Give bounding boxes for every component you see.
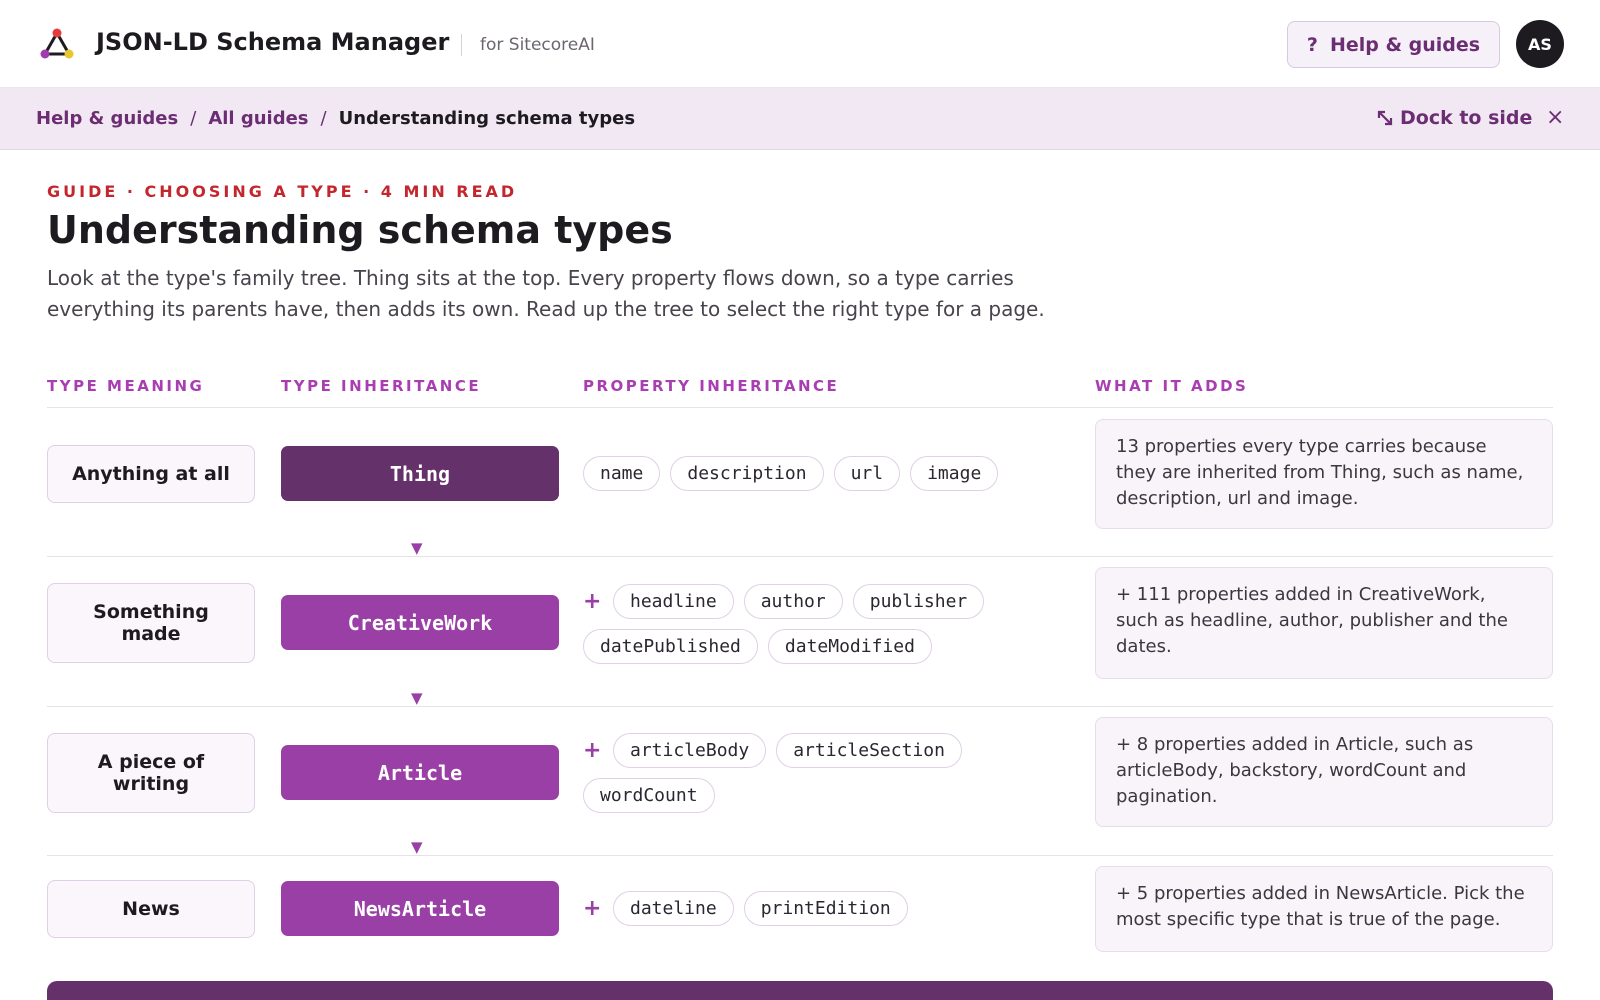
divider [47,855,1553,856]
bottom-callout [47,981,1553,1000]
property-chip: dateModified [767,629,932,664]
property-chip: articleBody [613,733,767,768]
plus-icon: + [583,896,602,921]
property-chip: printEdition [743,891,908,926]
app-title: JSON-LD Schema Manager [96,28,450,56]
column-header-property-inheritance: PROPERTY INHERITANCE [583,377,840,395]
plus-icon: + [583,738,602,763]
property-chips: + headline author publisher datePublishe… [583,584,1003,664]
breadcrumb-all-guides[interactable]: All guides [208,108,308,129]
property-chip: headline [613,584,734,619]
property-chip: url [833,456,901,491]
type-pill-newsarticle[interactable]: NewsArticle [281,881,559,936]
type-meaning: A piece of writing [47,733,255,813]
what-it-adds-note: + 8 properties added in Article, such as… [1095,717,1553,827]
app-subtitle: for SitecoreAI [480,35,595,55]
page-title: Understanding schema types [47,208,673,252]
what-it-adds-note: 13 properties every type carries because… [1095,419,1553,529]
question-icon: ? [1306,33,1318,56]
top-bar: JSON-LD Schema Manager for SitecoreAI ? … [0,0,1600,88]
property-chip: articleSection [776,733,962,768]
dock-to-side-button[interactable]: Dock to side [1376,107,1532,129]
property-chip: image [910,456,999,491]
divider [47,407,1553,408]
breadcrumb-bar: Help & guides / All guides / Understandi… [0,88,1600,150]
plus-icon: + [583,589,602,614]
help-guides-label: Help & guides [1329,33,1481,56]
title-divider [461,34,462,56]
divider [47,706,1553,707]
close-icon[interactable]: × [1546,105,1564,130]
dock-arrow-icon [1377,110,1393,126]
help-guides-button[interactable]: ? Help & guides [1287,21,1500,68]
property-chips: name description url image [583,456,1003,491]
what-it-adds-note: + 5 properties added in NewsArticle. Pic… [1095,866,1553,952]
what-it-adds-note: + 111 properties added in CreativeWork, … [1095,567,1553,679]
dock-to-side-label: Dock to side [1400,107,1533,129]
breadcrumb: Help & guides / All guides / Understandi… [36,108,635,129]
column-header-type-inheritance: TYPE INHERITANCE [281,377,482,395]
inheritance-arrow-icon: ▼ [411,689,423,707]
type-meaning: Something made [47,583,255,663]
breadcrumb-separator: / [190,108,197,129]
type-meaning: News [47,880,255,938]
type-pill-article[interactable]: Article [281,745,559,800]
breadcrumb-help-guides[interactable]: Help & guides [36,108,178,129]
app-logo-icon [40,28,74,59]
inheritance-arrow-icon: ▼ [411,539,423,557]
column-header-what-it-adds: WHAT IT ADDS [1095,377,1249,395]
property-chip: description [670,456,824,491]
inheritance-arrow-icon: ▼ [411,838,423,856]
user-avatar[interactable]: AS [1516,20,1564,68]
property-chip: name [583,456,661,491]
property-chip: publisher [852,584,985,619]
property-chips: + articleBody articleSection wordCount [583,733,1003,813]
breadcrumb-current: Understanding schema types [338,108,636,129]
guide-intro: Look at the type's family tree. Thing si… [47,266,1045,321]
guide-kicker: GUIDE · CHOOSING A TYPE · 4 MIN READ [47,182,518,201]
column-header-meaning: TYPE MEANING [47,377,205,395]
property-chip: author [743,584,843,619]
property-chip: dateline [613,891,734,926]
type-pill-thing[interactable]: Thing [281,446,559,501]
breadcrumb-separator: / [320,108,327,129]
type-pill-creativework[interactable]: CreativeWork [281,595,559,650]
property-chips: + dateline printEdition [583,891,1003,926]
property-chip: datePublished [583,629,758,664]
property-chip: wordCount [583,778,715,813]
type-meaning: Anything at all [47,445,255,503]
divider [47,556,1553,557]
